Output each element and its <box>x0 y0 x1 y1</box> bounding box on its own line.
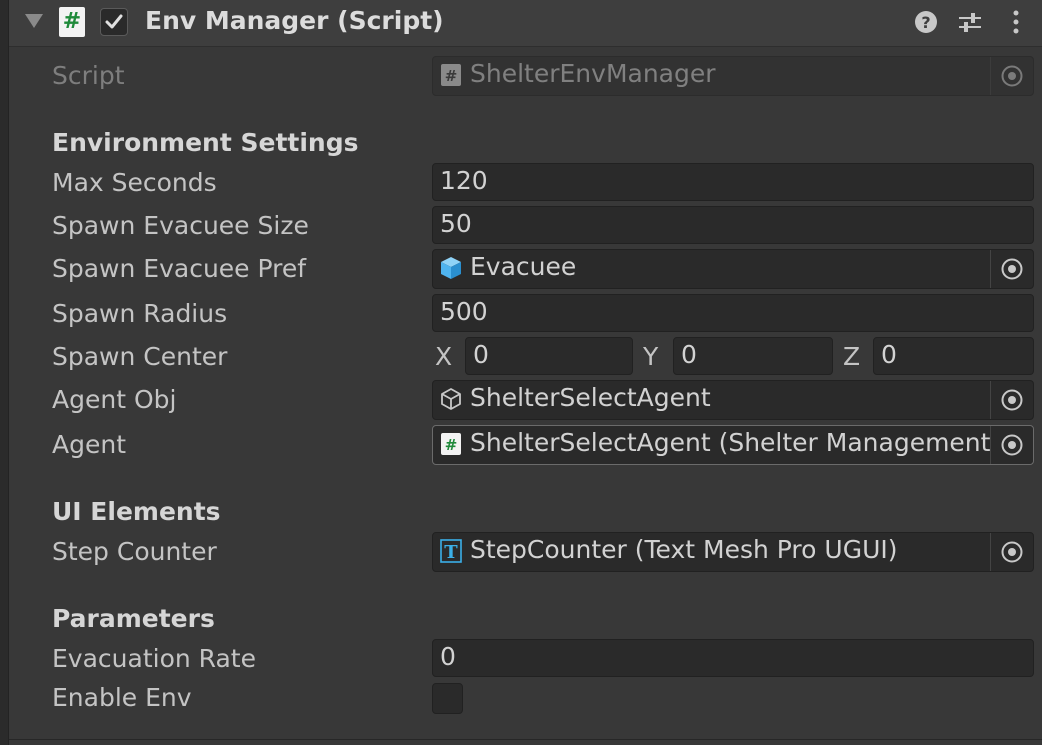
prefab-cube-icon <box>441 257 461 279</box>
step-counter-field[interactable]: T StepCounter (Text Mesh Pro UGUI) <box>432 532 1034 572</box>
enable-env-label: Enable Env <box>52 683 192 712</box>
agent-field[interactable]: # ShelterSelectAgent (Shelter Management… <box>432 425 1034 465</box>
script-field[interactable]: # ShelterEnvManager <box>432 56 1034 96</box>
section-parameters: Parameters <box>52 604 215 633</box>
component-title: Env Manager (Script) <box>145 6 444 35</box>
object-picker-icon <box>1001 258 1023 280</box>
textmeshpro-icon: T <box>440 539 462 563</box>
presets-sliders-icon <box>959 13 981 32</box>
svg-text:#: # <box>445 436 458 454</box>
spawn-center-y-field[interactable]: 0 <box>673 337 833 375</box>
cs-script-icon: # <box>441 433 461 455</box>
object-picker-button[interactable] <box>990 533 1033 571</box>
step-counter-value: StepCounter (Text Mesh Pro UGUI) <box>470 535 898 564</box>
spawn-radius-label: Spawn Radius <box>52 299 228 328</box>
cs-script-icon: # <box>441 64 461 86</box>
component-header[interactable]: # Env Manager (Script) ? <box>9 0 1042 47</box>
max-seconds-label: Max Seconds <box>52 168 217 197</box>
spawn-center-y-value: 0 <box>681 340 697 369</box>
object-picker-button[interactable] <box>990 426 1033 464</box>
kebab-menu-icon <box>1013 10 1019 34</box>
spawn-center-x-label: X <box>435 342 453 371</box>
evacuation-rate-field[interactable]: 0 <box>432 639 1034 677</box>
enable-env-checkbox[interactable] <box>432 683 463 714</box>
section-ui-elements: UI Elements <box>52 497 221 526</box>
section-environment-settings: Environment Settings <box>52 128 359 157</box>
spawn-center-x-value: 0 <box>473 340 489 369</box>
script-label: Script <box>52 61 125 90</box>
script-value: ShelterEnvManager <box>470 59 716 88</box>
spawn-evacuee-size-label: Spawn Evacuee Size <box>52 211 309 240</box>
evacuation-rate-value: 0 <box>440 642 456 671</box>
agent-value: ShelterSelectAgent (Shelter Management) <box>470 428 990 457</box>
object-picker-button[interactable] <box>990 250 1033 288</box>
hierarchy-edge <box>0 0 9 745</box>
cs-script-icon: # <box>59 7 85 37</box>
agent-obj-value: ShelterSelectAgent <box>470 383 711 412</box>
agent-label: Agent <box>52 430 126 459</box>
help-button[interactable]: ? <box>913 9 939 35</box>
spawn-center-z-field[interactable]: 0 <box>873 337 1034 375</box>
spawn-center-z-label: Z <box>843 342 861 371</box>
gameobject-cube-icon <box>441 388 461 410</box>
agent-obj-field[interactable]: ShelterSelectAgent <box>432 380 1034 420</box>
object-picker-icon <box>1001 541 1023 563</box>
object-picker-icon <box>1001 434 1023 456</box>
max-seconds-field[interactable]: 120 <box>432 163 1034 201</box>
spawn-evacuee-pref-field[interactable]: Evacuee <box>432 249 1034 289</box>
foldout-arrow-icon[interactable] <box>25 14 43 28</box>
spawn-radius-value: 500 <box>440 297 488 326</box>
object-picker-icon <box>1001 65 1023 87</box>
spawn-radius-field[interactable]: 500 <box>432 294 1034 332</box>
checkmark-icon <box>105 14 123 29</box>
help-icon: ? <box>915 11 937 33</box>
object-picker-button[interactable] <box>990 57 1033 95</box>
spawn-center-y-label: Y <box>643 342 659 371</box>
presets-button[interactable] <box>957 9 983 35</box>
spawn-evacuee-pref-label: Spawn Evacuee Pref <box>52 254 307 283</box>
svg-text:#: # <box>445 67 458 85</box>
agent-obj-label: Agent Obj <box>52 385 177 414</box>
enabled-checkbox[interactable] <box>100 8 128 36</box>
spawn-evacuee-size-value: 50 <box>440 209 472 238</box>
object-picker-button[interactable] <box>990 381 1033 419</box>
spawn-evacuee-pref-value: Evacuee <box>470 252 577 281</box>
object-picker-icon <box>1001 389 1023 411</box>
step-counter-label: Step Counter <box>52 537 217 566</box>
svg-text:T: T <box>444 542 458 563</box>
spawn-evacuee-size-field[interactable]: 50 <box>432 206 1034 244</box>
evacuation-rate-label: Evacuation Rate <box>52 644 256 673</box>
svg-text:?: ? <box>921 13 930 32</box>
spawn-center-label: Spawn Center <box>52 342 228 371</box>
spawn-center-x-field[interactable]: 0 <box>465 337 633 375</box>
spawn-center-z-value: 0 <box>881 340 897 369</box>
context-menu-button[interactable] <box>1003 9 1029 35</box>
max-seconds-value: 120 <box>440 166 488 195</box>
component-divider <box>9 739 1042 740</box>
